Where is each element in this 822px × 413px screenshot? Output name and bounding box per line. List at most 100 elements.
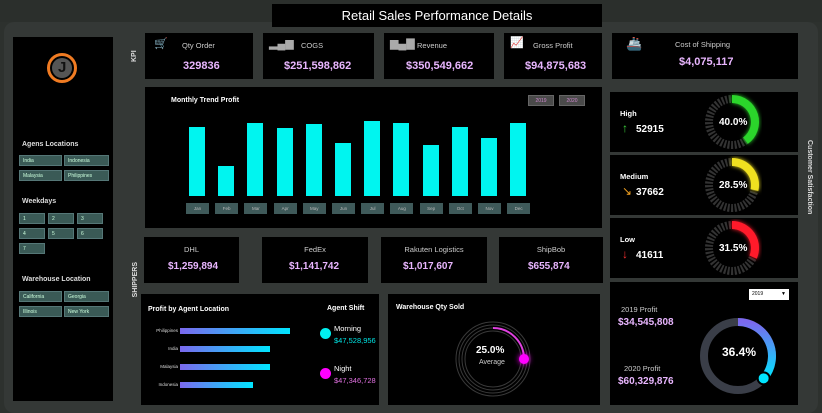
morning-dot-icon [320,328,331,339]
profit-comparison-panel: 2019 ▼ 2019 Profit $34,545,808 2020 Profi… [610,282,798,405]
slicer-warehouse-new-york[interactable]: New York [64,306,109,317]
profit-2019-label: 2019 Profit [621,305,658,314]
weekdays-heading: Weekdays [22,198,57,205]
night-label: Night [334,364,352,373]
slicer-warehouse-california[interactable]: California [19,291,62,302]
logo: J [47,53,77,83]
page-title: Retail Sales Performance Details [272,4,602,27]
slicer-weekday-3[interactable]: 3 [77,213,103,224]
shipper-name: Rakuten Logistics [404,245,464,254]
trend-arrow-icon: ↓ [622,247,628,261]
trend-bar[interactable] [305,124,322,196]
agens-locations-heading: Agens Locations [22,141,79,148]
month-label: Sep [419,203,443,214]
trend-bar[interactable] [481,138,497,196]
agent-location-bar[interactable] [180,382,253,388]
trend-bar[interactable] [451,126,468,196]
shippers-section-label: SHIPPERS [132,262,139,298]
month-label: Aug [390,203,414,214]
agent-shift-title: Agent Shift [327,305,365,312]
month-label: Apr [273,203,297,214]
shipper-name: FedEx [304,245,326,254]
year-button-2020[interactable]: 2020 [559,95,585,106]
trend-bar[interactable] [276,128,293,196]
month-label: Nov [478,203,501,214]
trend-bar[interactable] [510,123,527,196]
shipper-value: $1,259,894 [168,261,219,272]
signal-bars-icon: ▂▄▆ [269,38,294,50]
slicer-agens-indonesia[interactable]: Indonesia [64,155,109,166]
agent-location-label: Philippines [156,328,178,333]
trend-bar[interactable] [247,122,264,196]
kpi-section-label: KPI [131,50,138,62]
kpi-shipping-value: $4,075,117 [679,56,734,68]
shipper-value: $1,017,607 [403,261,454,272]
slicer-weekday-6[interactable]: 6 [77,228,103,239]
slicer-warehouse-illinois[interactable]: Illinois [19,306,62,317]
warehouse-location-heading: Warehouse Location [22,276,91,283]
trend-bar[interactable] [393,122,410,196]
slicer-agens-india[interactable]: India [19,155,62,166]
shipper-fedex: FedEx $1,141,742 [262,237,368,283]
slicer-weekday-2[interactable]: 2 [48,213,74,224]
kpi-qty-order-label: Qty Order [182,41,215,50]
slicer-weekday-7[interactable]: 7 [19,243,45,254]
satisfaction-medium: Medium ↘ 37662 28.5% [610,155,798,215]
ship-icon: 🚢 [626,36,643,51]
cart-icon: 🛒 [154,38,168,50]
month-label: Oct [448,203,472,214]
agent-location-bar[interactable] [180,346,271,352]
sidebar: J Agens Locations India Indonesia Malays… [13,37,113,401]
trend-bar[interactable] [364,121,381,196]
trend-bar[interactable] [335,142,351,196]
agent-location-bar[interactable] [180,364,271,370]
monthly-trend-panel: Monthly Trend Profit 2019 2020 Jan Feb Mar… [145,87,602,228]
slicer-agens-philippines[interactable]: Philippines [64,170,109,181]
slicer-warehouse-georgia[interactable]: Georgia [64,291,109,302]
trend-arrow-icon: ↘ [622,184,633,198]
year-select[interactable]: 2019 ▼ [749,289,789,300]
warehouse-sub: Average [479,359,505,366]
kpi-gross-profit-label: Gross Profit [533,41,573,50]
month-label: Jan [186,203,209,214]
kpi-gross-profit: 📈 Gross Profit $94,875,683 [504,33,602,79]
morning-value: $47,528,956 [334,336,376,345]
profit-2019-value: $34,545,808 [618,317,674,328]
shipper-name: DHL [183,245,199,254]
month-label: Jun [332,203,355,214]
slicer-weekday-4[interactable]: 4 [19,228,45,239]
night-dot-icon [320,368,331,379]
satisfaction-pct: 28.5% [719,180,748,191]
trend-bar[interactable] [189,126,205,196]
dropdown-arrow-icon: ▼ [781,291,786,297]
trend-bar[interactable] [422,145,439,196]
trend-arrow-icon: ↑ [622,121,628,135]
agent-location-panel: Profit by Agent Location Philippines Indi… [141,294,379,405]
agent-location-bar[interactable] [180,328,290,334]
kpi-cogs: ▂▄▆ COGS $251,598,862 [263,33,374,79]
month-label: Mar [244,203,268,214]
satisfaction-count: 52915 [636,124,664,135]
satisfaction-level: Low [620,235,635,244]
line-chart-icon: 📈 [510,37,524,49]
satisfaction-low: Low ↓ 41611 31.5% [610,218,798,278]
warehouse-pct: 25.0% [476,345,505,356]
slicer-weekday-1[interactable]: 1 [19,213,45,224]
satisfaction-count: 37662 [636,187,664,198]
kpi-qty-order: 🛒 Qty Order 329836 [145,33,253,79]
profit-pct: 36.4% [722,345,757,359]
warehouse-qty-panel: Warehouse Qty Sold 25.0% Average [388,294,600,405]
slicer-weekday-5[interactable]: 5 [48,228,74,239]
agent-location-title: Profit by Agent Location [148,306,230,313]
kpi-cogs-value: $251,598,862 [284,60,352,72]
satisfaction-level: High [620,109,637,118]
shipper-value: $1,141,742 [289,261,340,272]
shipper-value: $655,874 [528,261,570,272]
satisfaction-pct: 40.0% [719,117,748,128]
agent-location-label: Malaysia [160,364,178,369]
slicer-agens-malaysia[interactable]: Malaysia [19,170,62,181]
kpi-gross-profit-value: $94,875,683 [525,60,587,72]
shipper-name: ShipBob [536,245,566,254]
year-button-2019[interactable]: 2019 [528,95,554,106]
trend-bar[interactable] [218,165,235,196]
